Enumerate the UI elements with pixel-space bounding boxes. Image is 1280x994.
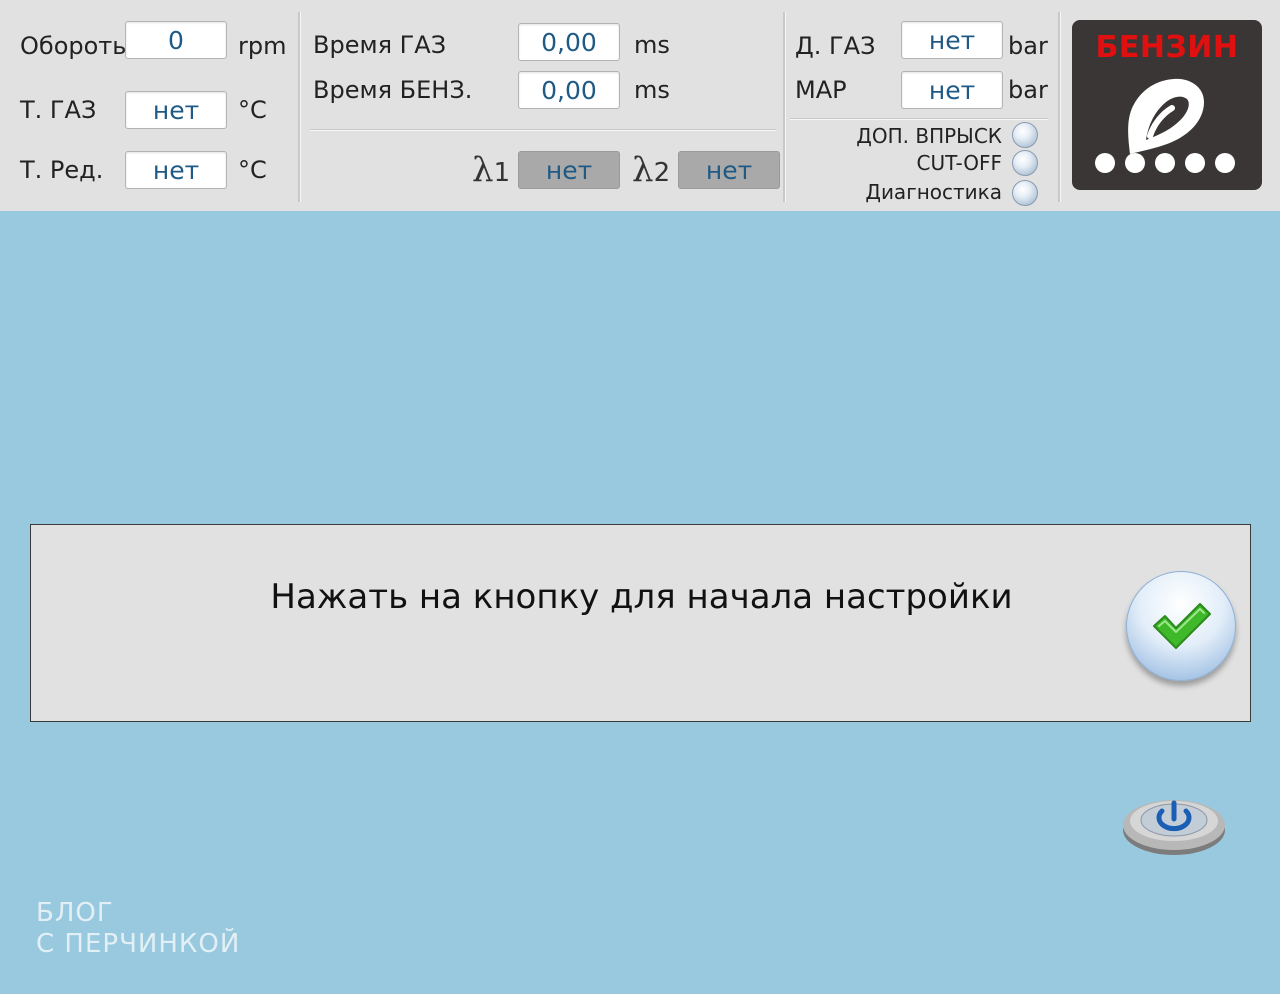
reducer-temp-label: Т. Ред. — [20, 156, 104, 184]
rpm-value-field: 0 — [125, 21, 227, 59]
diagnostics-label: Диагностика — [865, 180, 1002, 204]
fuel-mode-label: БЕНЗИН — [1095, 30, 1239, 65]
fuel-mode-switch[interactable]: БЕНЗИН — [1072, 20, 1262, 190]
watermark-line1: БЛОГ — [36, 898, 114, 928]
gas-pressure-label: Д. ГАЗ — [795, 32, 876, 60]
gas-pressure-value-field: нет — [901, 21, 1003, 59]
divider-highlight — [310, 130, 776, 131]
reducer-temp-value-field: нет — [125, 151, 227, 189]
level-dot — [1125, 153, 1145, 173]
map-value-field: нет — [901, 71, 1003, 109]
confirm-button[interactable] — [1126, 571, 1236, 681]
petrol-time-label: Время БЕНЗ. — [313, 76, 473, 104]
gas-temp-unit: °C — [238, 96, 267, 124]
divider-highlight — [790, 119, 1048, 120]
lambda2-value-field: нет — [678, 151, 780, 189]
checkmark-icon — [1153, 603, 1211, 649]
rpm-unit: rpm — [238, 32, 287, 60]
cut-off-label: CUT-OFF — [916, 151, 1002, 175]
petrol-time-value-field: 0,00 — [518, 71, 620, 109]
fuel-drop-icon — [1128, 78, 1204, 154]
lambda2-label: λ2 — [632, 150, 671, 190]
cut-off-indicator — [1012, 150, 1038, 176]
diagnostics-indicator — [1012, 180, 1038, 206]
power-button[interactable] — [1120, 790, 1228, 858]
status-toolbar: Обороты 0 rpm Т. ГАЗ нет °C Т. Ред. нет … — [0, 0, 1280, 211]
level-dot — [1215, 153, 1235, 173]
map-label: MAP — [795, 76, 847, 104]
lambda2-index: 2 — [653, 158, 671, 188]
lambda1-index: 1 — [493, 158, 511, 188]
extra-injection-indicator — [1012, 122, 1038, 148]
reducer-temp-unit: °C — [238, 156, 267, 184]
gas-time-value-field: 0,00 — [518, 23, 620, 61]
divider-highlight — [785, 12, 786, 202]
gas-temp-value-field: нет — [125, 91, 227, 129]
level-dot — [1095, 153, 1115, 173]
setup-prompt-text: Нажать на кнопку для начала настройки — [270, 577, 1013, 617]
power-icon — [1123, 800, 1225, 855]
gas-time-unit: ms — [634, 31, 670, 59]
level-dot — [1155, 153, 1175, 173]
extra-injection-label: ДОП. ВПРЫСК — [856, 124, 1002, 148]
lambda1-value-field: нет — [518, 151, 620, 189]
divider-highlight — [1060, 12, 1061, 202]
rpm-label: Обороты — [20, 32, 132, 60]
watermark-line2: С ПЕРЧИНКОЙ — [36, 929, 241, 959]
gas-time-label: Время ГАЗ — [313, 31, 447, 59]
gas-temp-label: Т. ГАЗ — [20, 96, 97, 124]
divider-highlight — [300, 12, 301, 202]
map-unit: bar — [1008, 76, 1048, 104]
setup-prompt-panel: Нажать на кнопку для начала настройки — [30, 524, 1251, 722]
lambda1-label: λ1 — [472, 150, 511, 190]
petrol-time-unit: ms — [634, 76, 670, 104]
level-dot — [1185, 153, 1205, 173]
gas-pressure-unit: bar — [1008, 32, 1048, 60]
